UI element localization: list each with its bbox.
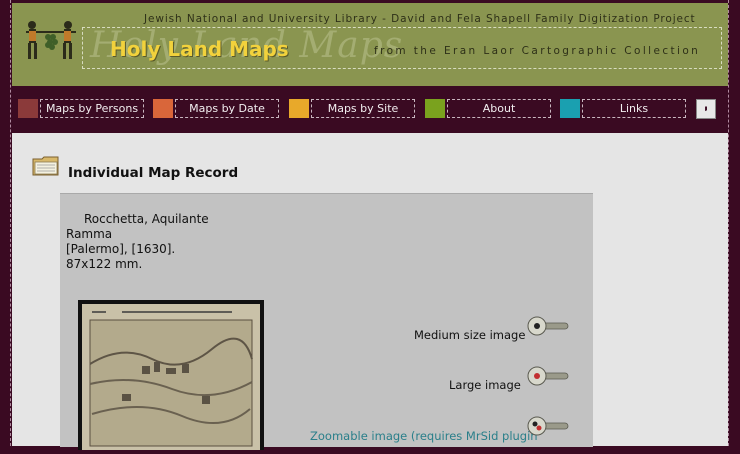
grape-carriers-logo-icon <box>26 21 76 59</box>
main-content: Individual Map Record Rocchetta, Aquilan… <box>12 133 728 450</box>
site-title[interactable]: Holy Land Maps <box>110 37 289 61</box>
record-publication: [Palermo], [1630]. <box>66 242 176 256</box>
medium-image-label: Medium size image <box>414 328 526 342</box>
map-thumbnail[interactable] <box>78 300 264 450</box>
map-paper <box>82 304 260 450</box>
nav-swatch <box>153 99 173 118</box>
zoomable-image-link[interactable]: Zoomable image (requires MrSid plugin <box>310 429 538 443</box>
nav-label[interactable]: About <box>447 99 551 118</box>
main-nav: Maps by Persons Maps by Date Maps by Sit… <box>12 86 728 132</box>
nav-swatch <box>425 99 445 118</box>
nav-swatch <box>18 99 38 118</box>
nav-swatch <box>560 99 580 118</box>
record-place: Ramma <box>66 227 113 241</box>
hebrew-language-button[interactable]: י <box>696 99 716 119</box>
site-header: Jewish National and University Library -… <box>12 3 728 86</box>
folder-icon <box>32 156 59 176</box>
nav-swatch <box>289 99 309 118</box>
frame-border-right <box>728 0 730 446</box>
zoomable-image-button-icon[interactable] <box>526 416 570 438</box>
record-size: 87x122 mm. <box>66 257 143 271</box>
large-image-button-icon[interactable] <box>526 366 570 388</box>
nav-label[interactable]: Maps by Site <box>311 99 415 118</box>
collection-name: from the Eran Laor Cartographic Collecti… <box>374 45 701 57</box>
nav-label[interactable]: Links <box>582 99 686 118</box>
record-panel: Rocchetta, Aquilante Ramma [Palermo], [1… <box>60 193 593 450</box>
nav-label[interactable]: Maps by Persons <box>40 99 144 118</box>
nav-label[interactable]: Maps by Date <box>175 99 279 118</box>
large-image-label: Large image <box>449 378 521 392</box>
map-illustration-icon <box>89 311 253 447</box>
medium-image-button-icon[interactable] <box>526 316 570 338</box>
record-author[interactable]: Rocchetta, Aquilante <box>84 212 209 226</box>
record-heading: Individual Map Record <box>68 165 239 181</box>
project-subtitle: Jewish National and University Library -… <box>144 13 696 25</box>
